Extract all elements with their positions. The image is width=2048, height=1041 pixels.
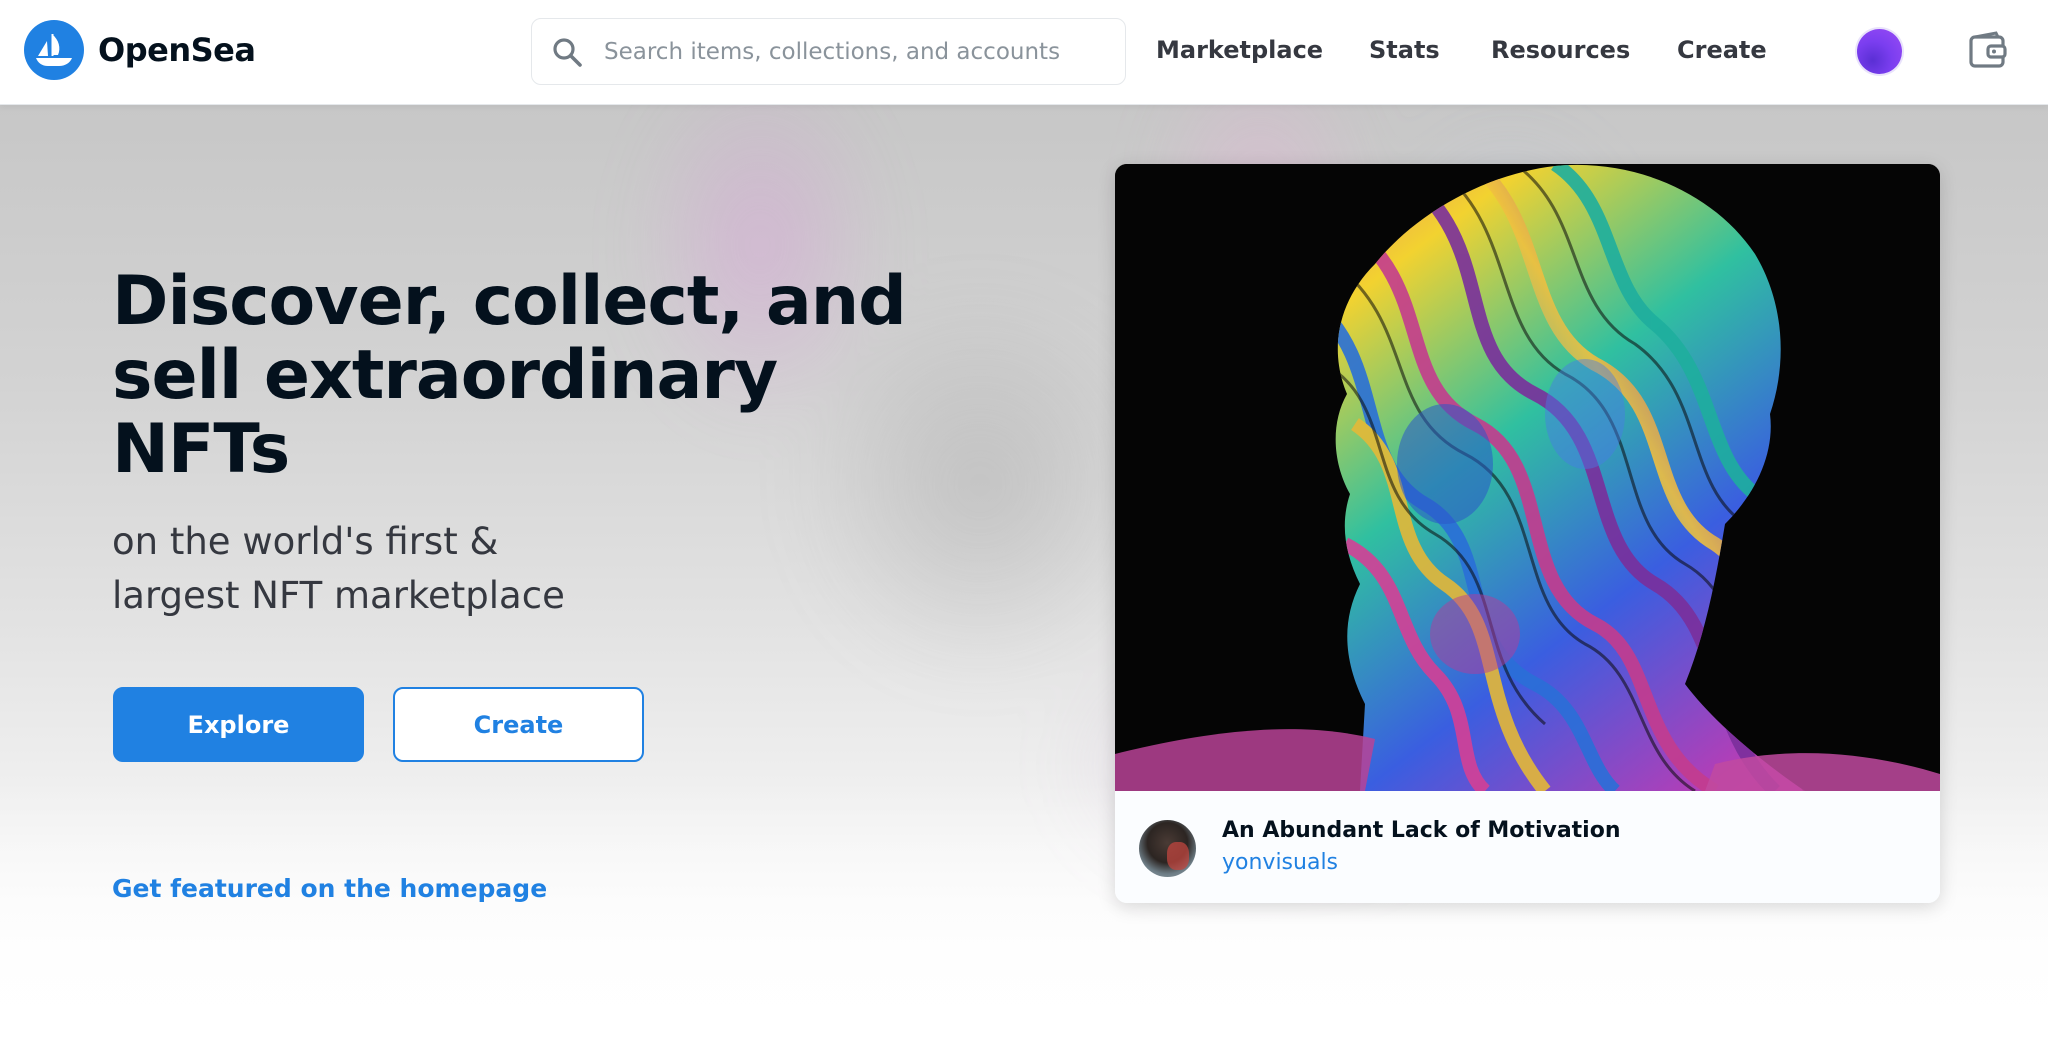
get-featured-link[interactable]: Get featured on the homepage: [112, 874, 547, 903]
hero-section: Discover, collect, and sell extraordinar…: [0, 105, 2048, 1041]
featured-nft-info: An Abundant Lack of Motivation yonvisual…: [1115, 791, 1940, 903]
nav-stats-label[interactable]: Stats: [1369, 36, 1440, 64]
search-icon: [553, 37, 582, 67]
profile-avatar-icon[interactable]: [1857, 29, 1902, 74]
nav-resources-label[interactable]: Resources: [1491, 36, 1630, 64]
featured-nft-card[interactable]: An Abundant Lack of Motivation yonvisual…: [1115, 164, 1940, 903]
featured-nft-artwork[interactable]: [1115, 164, 1940, 791]
explore-button[interactable]: Explore: [113, 687, 364, 762]
nav-create-label[interactable]: Create: [1677, 36, 1767, 64]
nav-item-create[interactable]: Create: [1677, 0, 1767, 100]
nav-item-resources[interactable]: Resources: [1491, 0, 1630, 100]
top-navigation-bar: OpenSea Marketplace Stats Resources Crea…: [0, 0, 2048, 105]
search-input[interactable]: [604, 38, 1104, 65]
opensea-ship-logo-icon: [24, 20, 84, 80]
search-bar[interactable]: [531, 18, 1126, 85]
wallet-icon[interactable]: [1968, 31, 2008, 71]
nav-item-marketplace[interactable]: Marketplace: [1156, 0, 1323, 100]
featured-nft-creator-link[interactable]: yonvisuals: [1222, 850, 1338, 875]
nav-marketplace-label[interactable]: Marketplace: [1156, 36, 1323, 64]
hero-headline: Discover, collect, and sell extraordinar…: [112, 262, 907, 489]
brand-name: OpenSea: [98, 31, 256, 69]
hero-subheadline: on the world's first & largest NFT marke…: [112, 520, 565, 617]
featured-nft-title[interactable]: An Abundant Lack of Motivation: [1222, 818, 1621, 843]
nav-item-stats[interactable]: Stats: [1369, 0, 1440, 100]
opensea-logo-link[interactable]: OpenSea: [24, 20, 256, 80]
creator-avatar[interactable]: [1139, 820, 1196, 877]
create-button[interactable]: Create: [393, 687, 644, 762]
